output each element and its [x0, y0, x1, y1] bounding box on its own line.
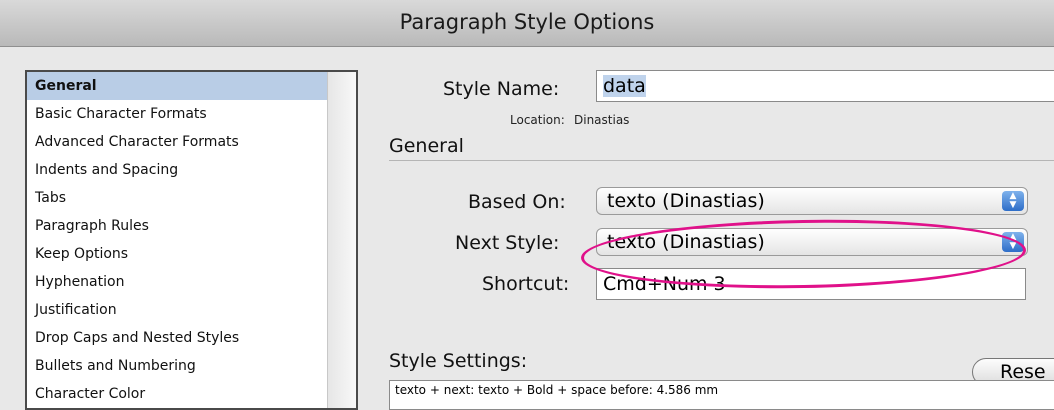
- sidebar-item-advanced-character-formats[interactable]: Advanced Character Formats: [27, 128, 330, 156]
- sidebar-item-keep-options[interactable]: Keep Options: [27, 240, 330, 268]
- sidebar-item-character-color[interactable]: Character Color: [27, 380, 330, 408]
- section-general-heading: General: [389, 135, 464, 157]
- style-name-value: data: [603, 75, 646, 97]
- location-value: Dinastias: [574, 113, 630, 127]
- category-list[interactable]: General Basic Character Formats Advanced…: [25, 70, 358, 410]
- sidebar-item-paragraph-rules[interactable]: Paragraph Rules: [27, 212, 330, 240]
- sidebar-item-hyphenation[interactable]: Hyphenation: [27, 268, 330, 296]
- location-label: Location:: [510, 113, 565, 127]
- style-settings-box: texto + next: texto + Bold + space befor…: [389, 380, 1054, 410]
- select-arrows-icon: ▲ ▼: [1002, 191, 1024, 211]
- style-name-label: Style Name:: [443, 78, 560, 100]
- sidebar-item-drop-caps[interactable]: Drop Caps and Nested Styles: [27, 324, 330, 352]
- sidebar-item-basic-character-formats[interactable]: Basic Character Formats: [27, 100, 330, 128]
- shortcut-label: Shortcut:: [482, 273, 570, 295]
- window-title: Paragraph Style Options: [399, 10, 655, 34]
- title-bar: Paragraph Style Options: [0, 0, 1054, 47]
- based-on-select[interactable]: texto (Dinastias) ▲ ▼: [596, 187, 1028, 215]
- style-settings-label: Style Settings:: [389, 350, 528, 372]
- based-on-label: Based On:: [468, 191, 566, 213]
- sidebar-item-justification[interactable]: Justification: [27, 296, 330, 324]
- section-divider: [389, 160, 1054, 161]
- sidebar-item-indents-and-spacing[interactable]: Indents and Spacing: [27, 156, 330, 184]
- sidebar-item-tabs[interactable]: Tabs: [27, 184, 330, 212]
- sidebar-item-bullets-and-numbering[interactable]: Bullets and Numbering: [27, 352, 330, 380]
- based-on-value: texto (Dinastias): [607, 190, 765, 212]
- sidebar-scrollbar[interactable]: [327, 72, 356, 408]
- sidebar-item-general[interactable]: General: [27, 72, 330, 100]
- style-settings-text: texto + next: texto + Bold + space befor…: [395, 383, 719, 397]
- next-style-label: Next Style:: [455, 232, 560, 254]
- style-name-input[interactable]: data: [596, 70, 1054, 102]
